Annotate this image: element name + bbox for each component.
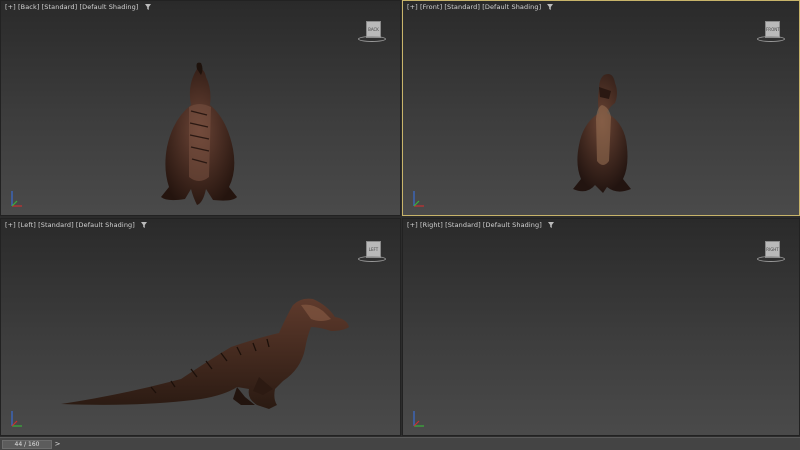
dinosaur-model-back[interactable] — [1, 1, 401, 216]
viewport-back[interactable]: [+] [Back] [Standard] [Default Shading] … — [0, 0, 401, 216]
dinosaur-model-left[interactable] — [1, 219, 401, 436]
next-frame-button[interactable]: > — [54, 440, 61, 449]
viewport-right[interactable]: [+] [Right] [Standard] [Default Shading]… — [402, 218, 800, 436]
time-slider[interactable]: 44 / 160 — [2, 440, 52, 449]
dinosaur-model-right[interactable] — [403, 219, 800, 436]
time-slider-bar: 44 / 160 > — [0, 437, 800, 450]
viewport-layout: [+] [Back] [Standard] [Default Shading] … — [0, 0, 800, 450]
viewport-left[interactable]: [+] [Left] [Standard] [Default Shading] … — [0, 218, 401, 436]
dinosaur-model-front[interactable] — [403, 1, 800, 216]
viewport-front[interactable]: [+] [Front] [Standard] [Default Shading]… — [402, 0, 800, 216]
